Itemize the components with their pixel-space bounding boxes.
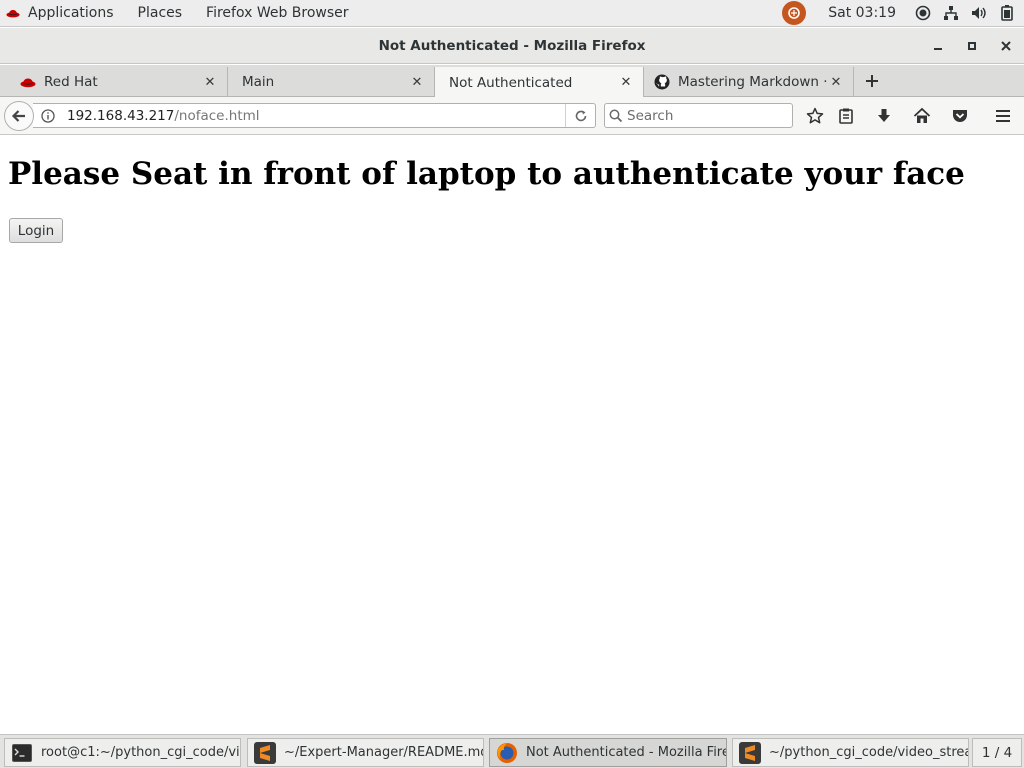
workspace-switcher[interactable]: 1 / 4 bbox=[972, 738, 1022, 767]
home-button[interactable] bbox=[911, 105, 933, 127]
pocket-button[interactable] bbox=[949, 105, 971, 127]
tab-close-icon[interactable]: ✕ bbox=[410, 75, 424, 90]
tab-label: Main bbox=[242, 74, 275, 90]
minimize-icon bbox=[934, 48, 942, 50]
taskbar-item-sublime-video[interactable]: ~/python_cgi_code/video_strea... bbox=[732, 738, 969, 767]
tab-main[interactable]: Main ✕ bbox=[228, 67, 434, 97]
back-button[interactable] bbox=[4, 101, 34, 131]
taskbar-item-sublime-readme[interactable]: ~/Expert-Manager/README.md (... bbox=[247, 738, 484, 767]
record-icon[interactable] bbox=[914, 4, 932, 22]
clock[interactable]: Sat 03:19 bbox=[810, 0, 914, 27]
clock-label: Sat 03:19 bbox=[828, 5, 896, 21]
terminal-icon bbox=[11, 742, 33, 764]
window-title: Not Authenticated - Mozilla Firefox bbox=[378, 37, 646, 54]
avatar-glyph-icon bbox=[788, 7, 801, 19]
maximize-icon bbox=[968, 42, 976, 50]
tab-mastering-markdown[interactable]: Mastering Markdown ·... ✕ bbox=[644, 67, 854, 97]
page-heading: Please Seat in front of laptop to authen… bbox=[8, 156, 965, 192]
navigation-toolbar: 192.168.43.217/noface.html bbox=[0, 97, 1024, 135]
pocket-icon bbox=[953, 110, 967, 122]
taskbar-item-terminal[interactable]: root@c1:~/python_cgi_code/vid... bbox=[4, 738, 241, 767]
tab-label: Mastering Markdown ·... bbox=[678, 74, 829, 90]
taskbar-item-label: root@c1:~/python_cgi_code/vid... bbox=[41, 745, 241, 760]
close-window-button[interactable] bbox=[996, 36, 1016, 56]
search-icon bbox=[605, 109, 627, 123]
taskbar-item-firefox[interactable]: Not Authenticated - Mozilla Fire... bbox=[489, 738, 727, 767]
applications-label: Applications bbox=[28, 5, 114, 21]
top-panel: Applications Places Firefox Web Browser … bbox=[0, 0, 1024, 27]
plus-icon bbox=[866, 75, 878, 87]
redhat-logo-icon bbox=[6, 9, 20, 18]
url-host: 192.168.43.217 bbox=[67, 107, 175, 124]
active-app-label: Firefox Web Browser bbox=[206, 5, 349, 21]
download-arrow-icon bbox=[878, 109, 890, 122]
tab-label: Red Hat bbox=[44, 74, 98, 90]
tab-not-authenticated[interactable]: Not Authenticated ✕ bbox=[434, 67, 644, 98]
applications-menu[interactable]: Applications bbox=[0, 0, 126, 27]
network-icon[interactable] bbox=[942, 4, 960, 22]
tab-close-icon[interactable]: ✕ bbox=[829, 75, 843, 90]
tab-red-hat[interactable]: Red Hat ✕ bbox=[6, 67, 228, 97]
downloads-button[interactable] bbox=[873, 105, 895, 127]
home-icon bbox=[913, 107, 931, 123]
search-bar[interactable] bbox=[604, 103, 793, 128]
taskbar-item-label: Not Authenticated - Mozilla Fire... bbox=[526, 745, 727, 760]
url-text[interactable]: 192.168.43.217/noface.html bbox=[67, 108, 565, 124]
volume-icon[interactable] bbox=[970, 4, 988, 22]
redhat-icon bbox=[20, 74, 36, 90]
window-titlebar[interactable]: Not Authenticated - Mozilla Firefox bbox=[0, 28, 1024, 64]
maximize-button[interactable] bbox=[962, 36, 982, 56]
active-app-menu[interactable]: Firefox Web Browser bbox=[194, 0, 361, 27]
firefox-icon bbox=[496, 742, 518, 764]
bookmarks-menu-button[interactable] bbox=[835, 105, 857, 127]
clipboard-icon bbox=[839, 108, 853, 124]
reload-icon bbox=[575, 110, 586, 121]
close-icon bbox=[1001, 41, 1011, 51]
window-list-bar: root@c1:~/python_cgi_code/vid... ~/Exper… bbox=[0, 734, 1024, 768]
minimize-button[interactable] bbox=[928, 36, 948, 56]
workspace-label: 1 / 4 bbox=[981, 744, 1013, 761]
tab-close-icon[interactable]: ✕ bbox=[619, 75, 633, 90]
sublime-icon bbox=[254, 741, 276, 764]
tab-close-icon[interactable]: ✕ bbox=[203, 75, 217, 90]
url-bar[interactable]: 192.168.43.217/noface.html bbox=[33, 103, 596, 128]
new-tab-button[interactable] bbox=[862, 71, 882, 91]
taskbar-item-label: ~/python_cgi_code/video_strea... bbox=[769, 745, 969, 760]
places-menu[interactable]: Places bbox=[126, 0, 195, 27]
hamburger-menu-icon bbox=[996, 110, 1010, 122]
battery-icon[interactable] bbox=[998, 4, 1016, 22]
site-info-icon[interactable] bbox=[37, 108, 59, 123]
reload-button[interactable] bbox=[565, 104, 595, 127]
bookmark-star-button[interactable] bbox=[804, 105, 826, 127]
taskbar-item-label: ~/Expert-Manager/README.md (... bbox=[284, 745, 484, 760]
open-menu-button[interactable] bbox=[992, 105, 1014, 127]
login-button[interactable]: Login bbox=[9, 218, 63, 243]
search-input[interactable] bbox=[627, 107, 777, 124]
sublime-icon bbox=[739, 741, 761, 764]
tab-label: Not Authenticated bbox=[449, 74, 573, 91]
back-arrow-icon bbox=[11, 110, 25, 122]
page-content: Please Seat in front of laptop to authen… bbox=[0, 136, 1024, 733]
user-avatar-icon[interactable] bbox=[782, 1, 807, 25]
url-path: /noface.html bbox=[174, 107, 260, 124]
github-icon bbox=[654, 74, 670, 90]
places-label: Places bbox=[137, 5, 183, 21]
system-tray[interactable] bbox=[914, 4, 1024, 22]
star-icon bbox=[806, 107, 824, 124]
